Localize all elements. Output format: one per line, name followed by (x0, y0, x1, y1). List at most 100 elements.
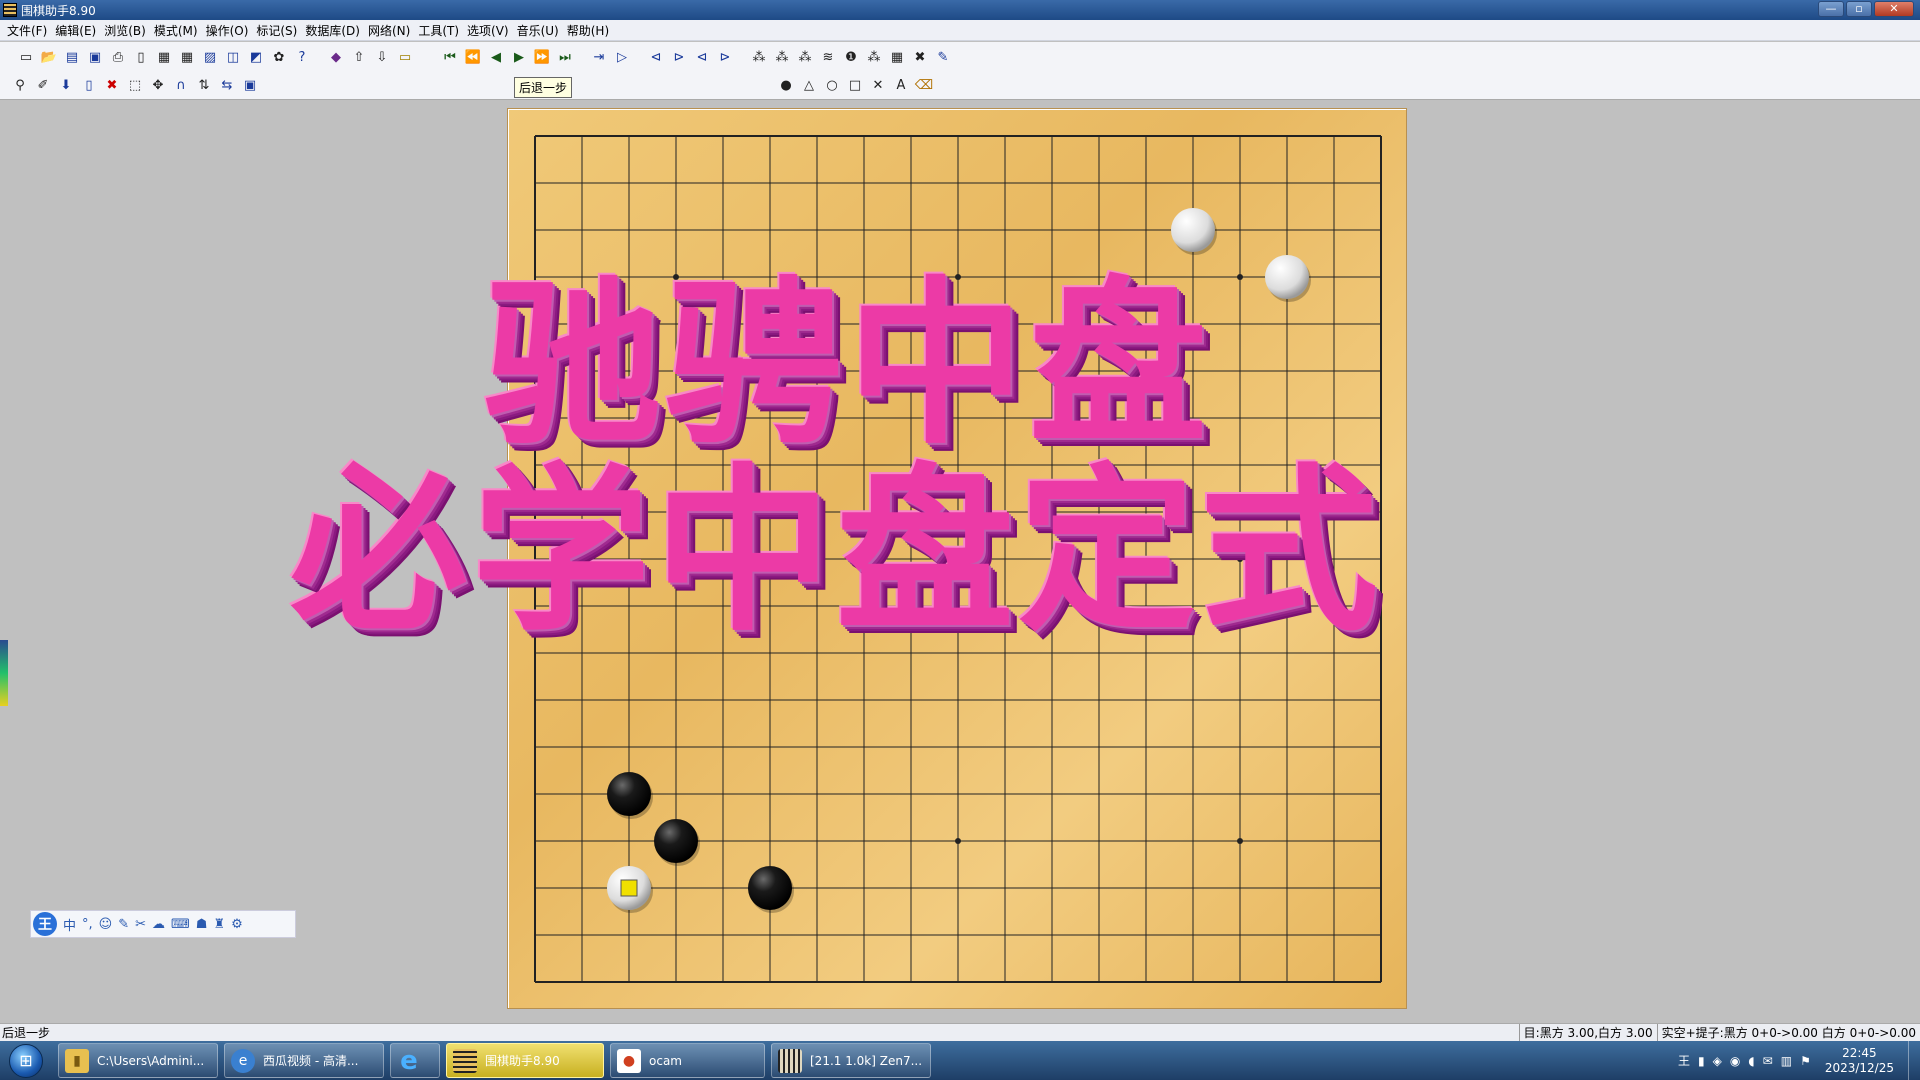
play-icon[interactable]: ▷ (612, 47, 632, 67)
menu-network[interactable]: 网络(N) (367, 22, 417, 39)
taskbar-item-explorer[interactable]: ▮ C:\Users\Admini... (58, 1043, 218, 1078)
move-icon[interactable]: ✥ (148, 76, 168, 96)
white-stone[interactable] (1171, 208, 1215, 252)
start-button[interactable]: ⊞ (0, 1041, 52, 1080)
pen-icon[interactable]: ✐ (33, 76, 53, 96)
menu-help[interactable]: 帮助(H) (566, 22, 616, 39)
save-as-icon[interactable]: ▤ (62, 47, 82, 67)
new-file-icon[interactable]: ▭ (16, 47, 36, 67)
cross-mark-icon[interactable]: ✕ (868, 76, 888, 96)
close-button[interactable]: ✕ (1874, 1, 1914, 17)
cloud-icon[interactable]: ☁ (152, 917, 165, 932)
back-one-icon[interactable]: ◀ (486, 47, 506, 67)
number-icon[interactable]: ❶ (841, 47, 861, 67)
magnet-icon[interactable]: ∩ (171, 76, 191, 96)
page-icon[interactable]: ▯ (79, 76, 99, 96)
jump-icon[interactable]: ⇥ (589, 47, 609, 67)
black-stone[interactable] (654, 819, 698, 863)
down-arrow-icon[interactable]: ⬇ (56, 76, 76, 96)
letter-mark-icon[interactable]: A (891, 76, 911, 96)
black-stone[interactable] (607, 772, 651, 816)
punctuation-icon[interactable]: °, (82, 917, 93, 932)
variation-next-icon[interactable]: ⊲ (692, 47, 712, 67)
scissors-icon[interactable]: ✂ (135, 917, 146, 932)
board-icon[interactable]: ▦ (154, 47, 174, 67)
open-folder-icon[interactable]: 📂 (39, 47, 59, 67)
settings-icon[interactable]: ✿ (269, 47, 289, 67)
taskbar-item-ie[interactable]: e (390, 1043, 440, 1078)
select-icon[interactable]: ⬚ (125, 76, 145, 96)
image-icon[interactable]: ▨ (200, 47, 220, 67)
taskbar-item-ocam[interactable]: ● ocam (610, 1043, 765, 1078)
action-center-icon[interactable]: ⚑ (1800, 1054, 1811, 1068)
arrow-up-icon[interactable]: ⇧ (349, 47, 369, 67)
last-move-icon[interactable]: ⏭ (555, 47, 575, 67)
menu-tools[interactable]: 工具(T) (417, 22, 466, 39)
stones-branch-icon[interactable]: ⁂ (795, 47, 815, 67)
stone-mark-icon[interactable]: ● (776, 76, 796, 96)
exchange-icon[interactable]: ⇆ (217, 76, 237, 96)
folder-icon[interactable]: ▭ (395, 47, 415, 67)
menu-music[interactable]: 音乐(U) (516, 22, 566, 39)
menu-browse[interactable]: 浏览(B) (103, 22, 153, 39)
arrow-down-icon[interactable]: ⇩ (372, 47, 392, 67)
menu-file[interactable]: 文件(F) (6, 22, 54, 39)
minimize-button[interactable]: — (1818, 1, 1844, 17)
taskbar-item-browser[interactable]: e 西瓜视频 - 高清... (224, 1043, 384, 1078)
document-icon[interactable]: ▯ (131, 47, 151, 67)
emoji-icon[interactable]: ☺ (99, 917, 113, 932)
maximize-button[interactable]: ▫ (1846, 1, 1872, 17)
database-icon[interactable]: ◫ (223, 47, 243, 67)
grid-icon[interactable]: ▦ (177, 47, 197, 67)
clock[interactable]: 22:45 2023/12/25 (1819, 1046, 1900, 1076)
keyboard-icon[interactable]: ⌨ (171, 917, 190, 932)
usb-icon[interactable]: ▮ (1698, 1054, 1705, 1068)
variation-last-icon[interactable]: ⊳ (715, 47, 735, 67)
menu-mode[interactable]: 模式(M) (153, 22, 205, 39)
triangle-mark-icon[interactable]: △ (799, 76, 819, 96)
ime-logo[interactable]: 王 (33, 912, 57, 936)
variation-first-icon[interactable]: ⊲ (646, 47, 666, 67)
user-icon[interactable]: ☗ (196, 917, 208, 932)
speaker-icon[interactable]: ◖ (1748, 1054, 1754, 1068)
shield-icon[interactable]: ◈ (1713, 1054, 1722, 1068)
frame-icon[interactable]: ▣ (240, 76, 260, 96)
book-icon[interactable]: ◆ (326, 47, 346, 67)
handwrite-icon[interactable]: ✎ (118, 917, 129, 932)
taskbar-item-go-assistant[interactable]: 围棋助手8.90 (446, 1043, 604, 1078)
group-icon[interactable]: ⁂ (864, 47, 884, 67)
show-desktop-button[interactable] (1908, 1041, 1920, 1080)
gear-icon[interactable]: ⚙ (231, 917, 243, 932)
print-icon[interactable]: ⎙ (108, 47, 128, 67)
stones-icon[interactable]: ⁂ (749, 47, 769, 67)
stamp-icon[interactable]: ⚲ (10, 76, 30, 96)
ime-tray-icon[interactable]: 王 (1678, 1052, 1690, 1069)
square-mark-icon[interactable]: □ (845, 76, 865, 96)
black-stone[interactable] (748, 866, 792, 910)
save-icon[interactable]: ▣ (85, 47, 105, 67)
variation-prev-icon[interactable]: ⊳ (669, 47, 689, 67)
menu-options[interactable]: 选项(V) (466, 22, 516, 39)
ngf-icon[interactable]: ≋ (818, 47, 838, 67)
tool-icon[interactable]: ✎ (933, 47, 953, 67)
menu-mark[interactable]: 标记(S) (255, 22, 304, 39)
menu-database[interactable]: 数据库(D) (304, 22, 367, 39)
table-icon[interactable]: ▦ (887, 47, 907, 67)
taskbar-item-zen[interactable]: [21.1 1.0k] Zen7... (771, 1043, 931, 1078)
network-tray-icon[interactable]: ▥ (1781, 1054, 1792, 1068)
delete-icon[interactable]: ✖ (102, 76, 122, 96)
swap-icon[interactable]: ⇅ (194, 76, 214, 96)
forward-one-icon[interactable]: ▶ (509, 47, 529, 67)
ime-mode[interactable]: 中 (63, 915, 76, 934)
eraser-icon[interactable]: ⌫ (914, 76, 934, 96)
help-icon[interactable]: ? (292, 47, 312, 67)
first-move-icon[interactable]: ⏮ (440, 47, 460, 67)
wechat-icon[interactable]: ✉ (1763, 1054, 1773, 1068)
circle-mark-icon[interactable]: ○ (822, 76, 842, 96)
forward-ten-icon[interactable]: ⏩ (532, 47, 552, 67)
menu-edit[interactable]: 编辑(E) (54, 22, 103, 39)
capture-icon[interactable]: ✖ (910, 47, 930, 67)
back-ten-icon[interactable]: ⏪ (463, 47, 483, 67)
menu-operation[interactable]: 操作(O) (205, 22, 256, 39)
white-stone[interactable] (1265, 255, 1309, 299)
